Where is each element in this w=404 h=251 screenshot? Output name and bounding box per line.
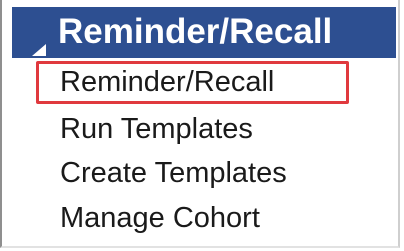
menu-item-reminder-recall[interactable]: Reminder/Recall [60, 65, 274, 99]
menu-list: Reminder/Recall Run Templates Create Tem… [0, 0, 400, 248]
menu-item-run-templates[interactable]: Run Templates [60, 112, 253, 146]
menu-item-create-templates[interactable]: Create Templates [60, 156, 287, 190]
menu-item-manage-cohort[interactable]: Manage Cohort [60, 201, 260, 235]
